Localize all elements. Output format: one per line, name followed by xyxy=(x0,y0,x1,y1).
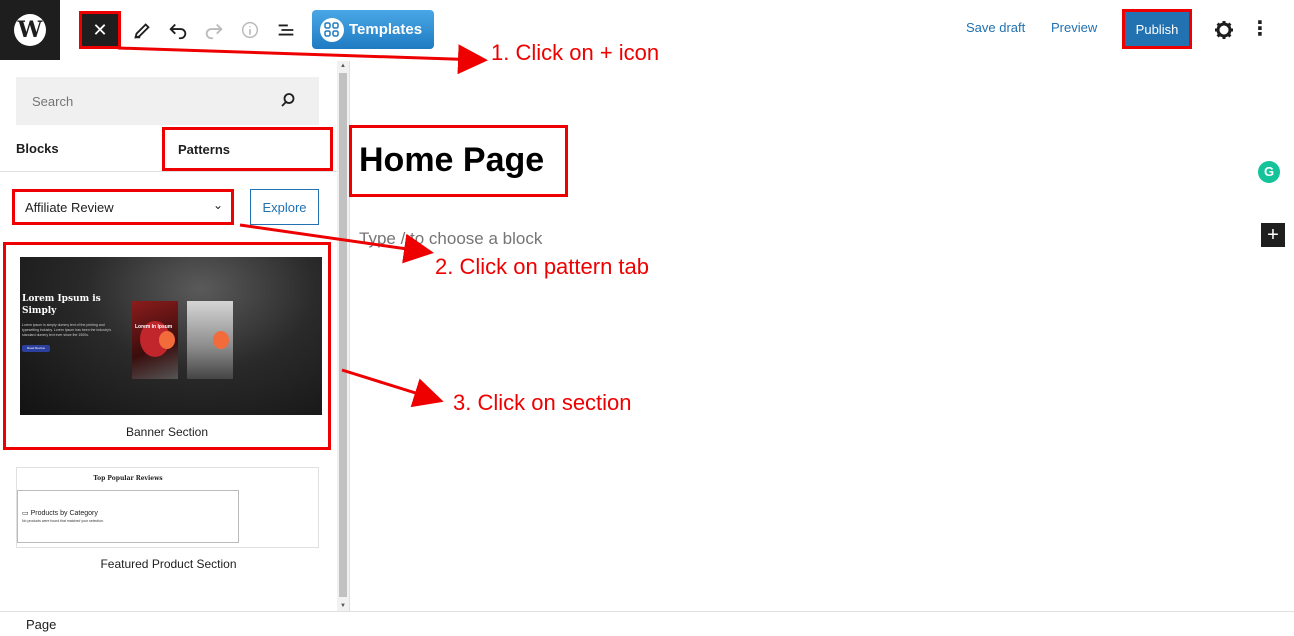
gear-icon xyxy=(1215,21,1233,39)
preview-dot xyxy=(213,331,229,349)
annotation-1: 1. Click on + icon xyxy=(491,40,660,65)
templates-label: Templates xyxy=(349,21,423,38)
pencil-tool-button[interactable] xyxy=(128,16,156,44)
plus-icon: + xyxy=(1267,224,1279,246)
pattern-banner-section[interactable]: Lorem Ipsum is Simply Lorem ipsum is sim… xyxy=(3,242,331,450)
tab-patterns[interactable]: Patterns xyxy=(162,127,333,171)
scrollbar-thumb[interactable] xyxy=(339,73,347,597)
pattern-label: Featured Product Section xyxy=(100,557,237,571)
publish-button[interactable]: Publish xyxy=(1122,9,1192,49)
preview-card-label: Lorem In Ipsum xyxy=(135,324,173,330)
info-icon xyxy=(241,21,259,39)
wordpress-logo[interactable]: W xyxy=(0,0,60,60)
close-icon: ✕ xyxy=(92,19,108,40)
preview-title: Top Popular Reviews xyxy=(93,475,163,482)
kebab-icon: ⋮ xyxy=(1250,18,1270,40)
page-title[interactable]: Home Page xyxy=(359,141,544,180)
editor-canvas: Home Page Type / to choose a block G + xyxy=(349,61,1294,611)
tabs-divider xyxy=(0,171,337,172)
explore-button[interactable]: Explore xyxy=(250,189,319,225)
list-view-button[interactable] xyxy=(272,16,300,44)
add-block-button[interactable]: + xyxy=(1261,223,1285,247)
tab-blocks[interactable]: Blocks xyxy=(16,141,59,156)
category-value: Affiliate Review xyxy=(25,200,114,215)
scroll-up-arrow-icon[interactable]: ▲ xyxy=(339,63,347,69)
wordpress-icon: W xyxy=(14,14,46,46)
list-view-icon xyxy=(278,24,294,36)
pencil-icon xyxy=(134,23,150,39)
annotation-3: 3. Click on section xyxy=(453,390,632,415)
preview-card-gym xyxy=(187,301,233,379)
title-highlight: Home Page xyxy=(349,125,568,197)
pattern-featured-product-section[interactable]: Top Popular Reviews ▭ Products by Catego… xyxy=(16,467,319,548)
redo-icon xyxy=(205,23,223,40)
preview-body: Lorem ipsum is simply dummy text of the … xyxy=(22,323,112,337)
templates-icon xyxy=(320,17,344,42)
tab-patterns-label: Patterns xyxy=(178,142,231,157)
templates-button[interactable]: Templates xyxy=(312,10,434,49)
save-draft-button[interactable]: Save draft xyxy=(966,20,1025,35)
search-placeholder: Search xyxy=(32,93,74,109)
search-input[interactable]: Search xyxy=(16,77,319,125)
preview-dot xyxy=(159,331,175,349)
more-options-button[interactable]: ⋮ xyxy=(1250,18,1270,42)
block-inserter-panel: Search Blocks Patterns Affiliate Review … xyxy=(0,61,350,611)
search-icon xyxy=(281,93,295,107)
redo-button[interactable] xyxy=(200,16,228,44)
undo-icon xyxy=(169,23,187,40)
grammarly-icon[interactable]: G xyxy=(1258,161,1280,183)
preview-category: ▭ Products by Category xyxy=(22,510,98,517)
preview-headline: Lorem Ipsum is Simply xyxy=(22,294,101,316)
close-inserter-button[interactable]: ✕ xyxy=(79,11,121,49)
chevron-down-icon: ⌄ xyxy=(212,198,223,212)
preview-button: Read Review xyxy=(22,345,50,352)
preview-card-strawberry: Lorem In Ipsum xyxy=(132,301,178,379)
breadcrumb[interactable]: Page xyxy=(26,617,56,632)
settings-button[interactable] xyxy=(1212,18,1236,42)
status-footer: Page xyxy=(0,611,1294,636)
banner-section-preview: Lorem Ipsum is Simply Lorem ipsum is sim… xyxy=(20,257,322,415)
annotation-2: 2. Click on pattern tab xyxy=(435,254,650,279)
sidebar-scrollbar[interactable]: ▲ ▼ xyxy=(337,61,349,611)
block-placeholder[interactable]: Type / to choose a block xyxy=(359,229,542,249)
editor-page: W ✕ Templates Save draft Preview Publish xyxy=(0,0,1294,636)
preview-note: No products were found that matched your… xyxy=(22,519,104,523)
details-button[interactable] xyxy=(236,16,264,44)
preview-product-box: ▭ Products by Category No products were … xyxy=(17,490,239,543)
undo-button[interactable] xyxy=(164,16,192,44)
pattern-category-select[interactable]: Affiliate Review ⌄ xyxy=(12,189,234,225)
preview-button[interactable]: Preview xyxy=(1051,20,1097,35)
pattern-label: Banner Section xyxy=(125,425,209,439)
scroll-down-arrow-icon[interactable]: ▼ xyxy=(339,603,347,609)
